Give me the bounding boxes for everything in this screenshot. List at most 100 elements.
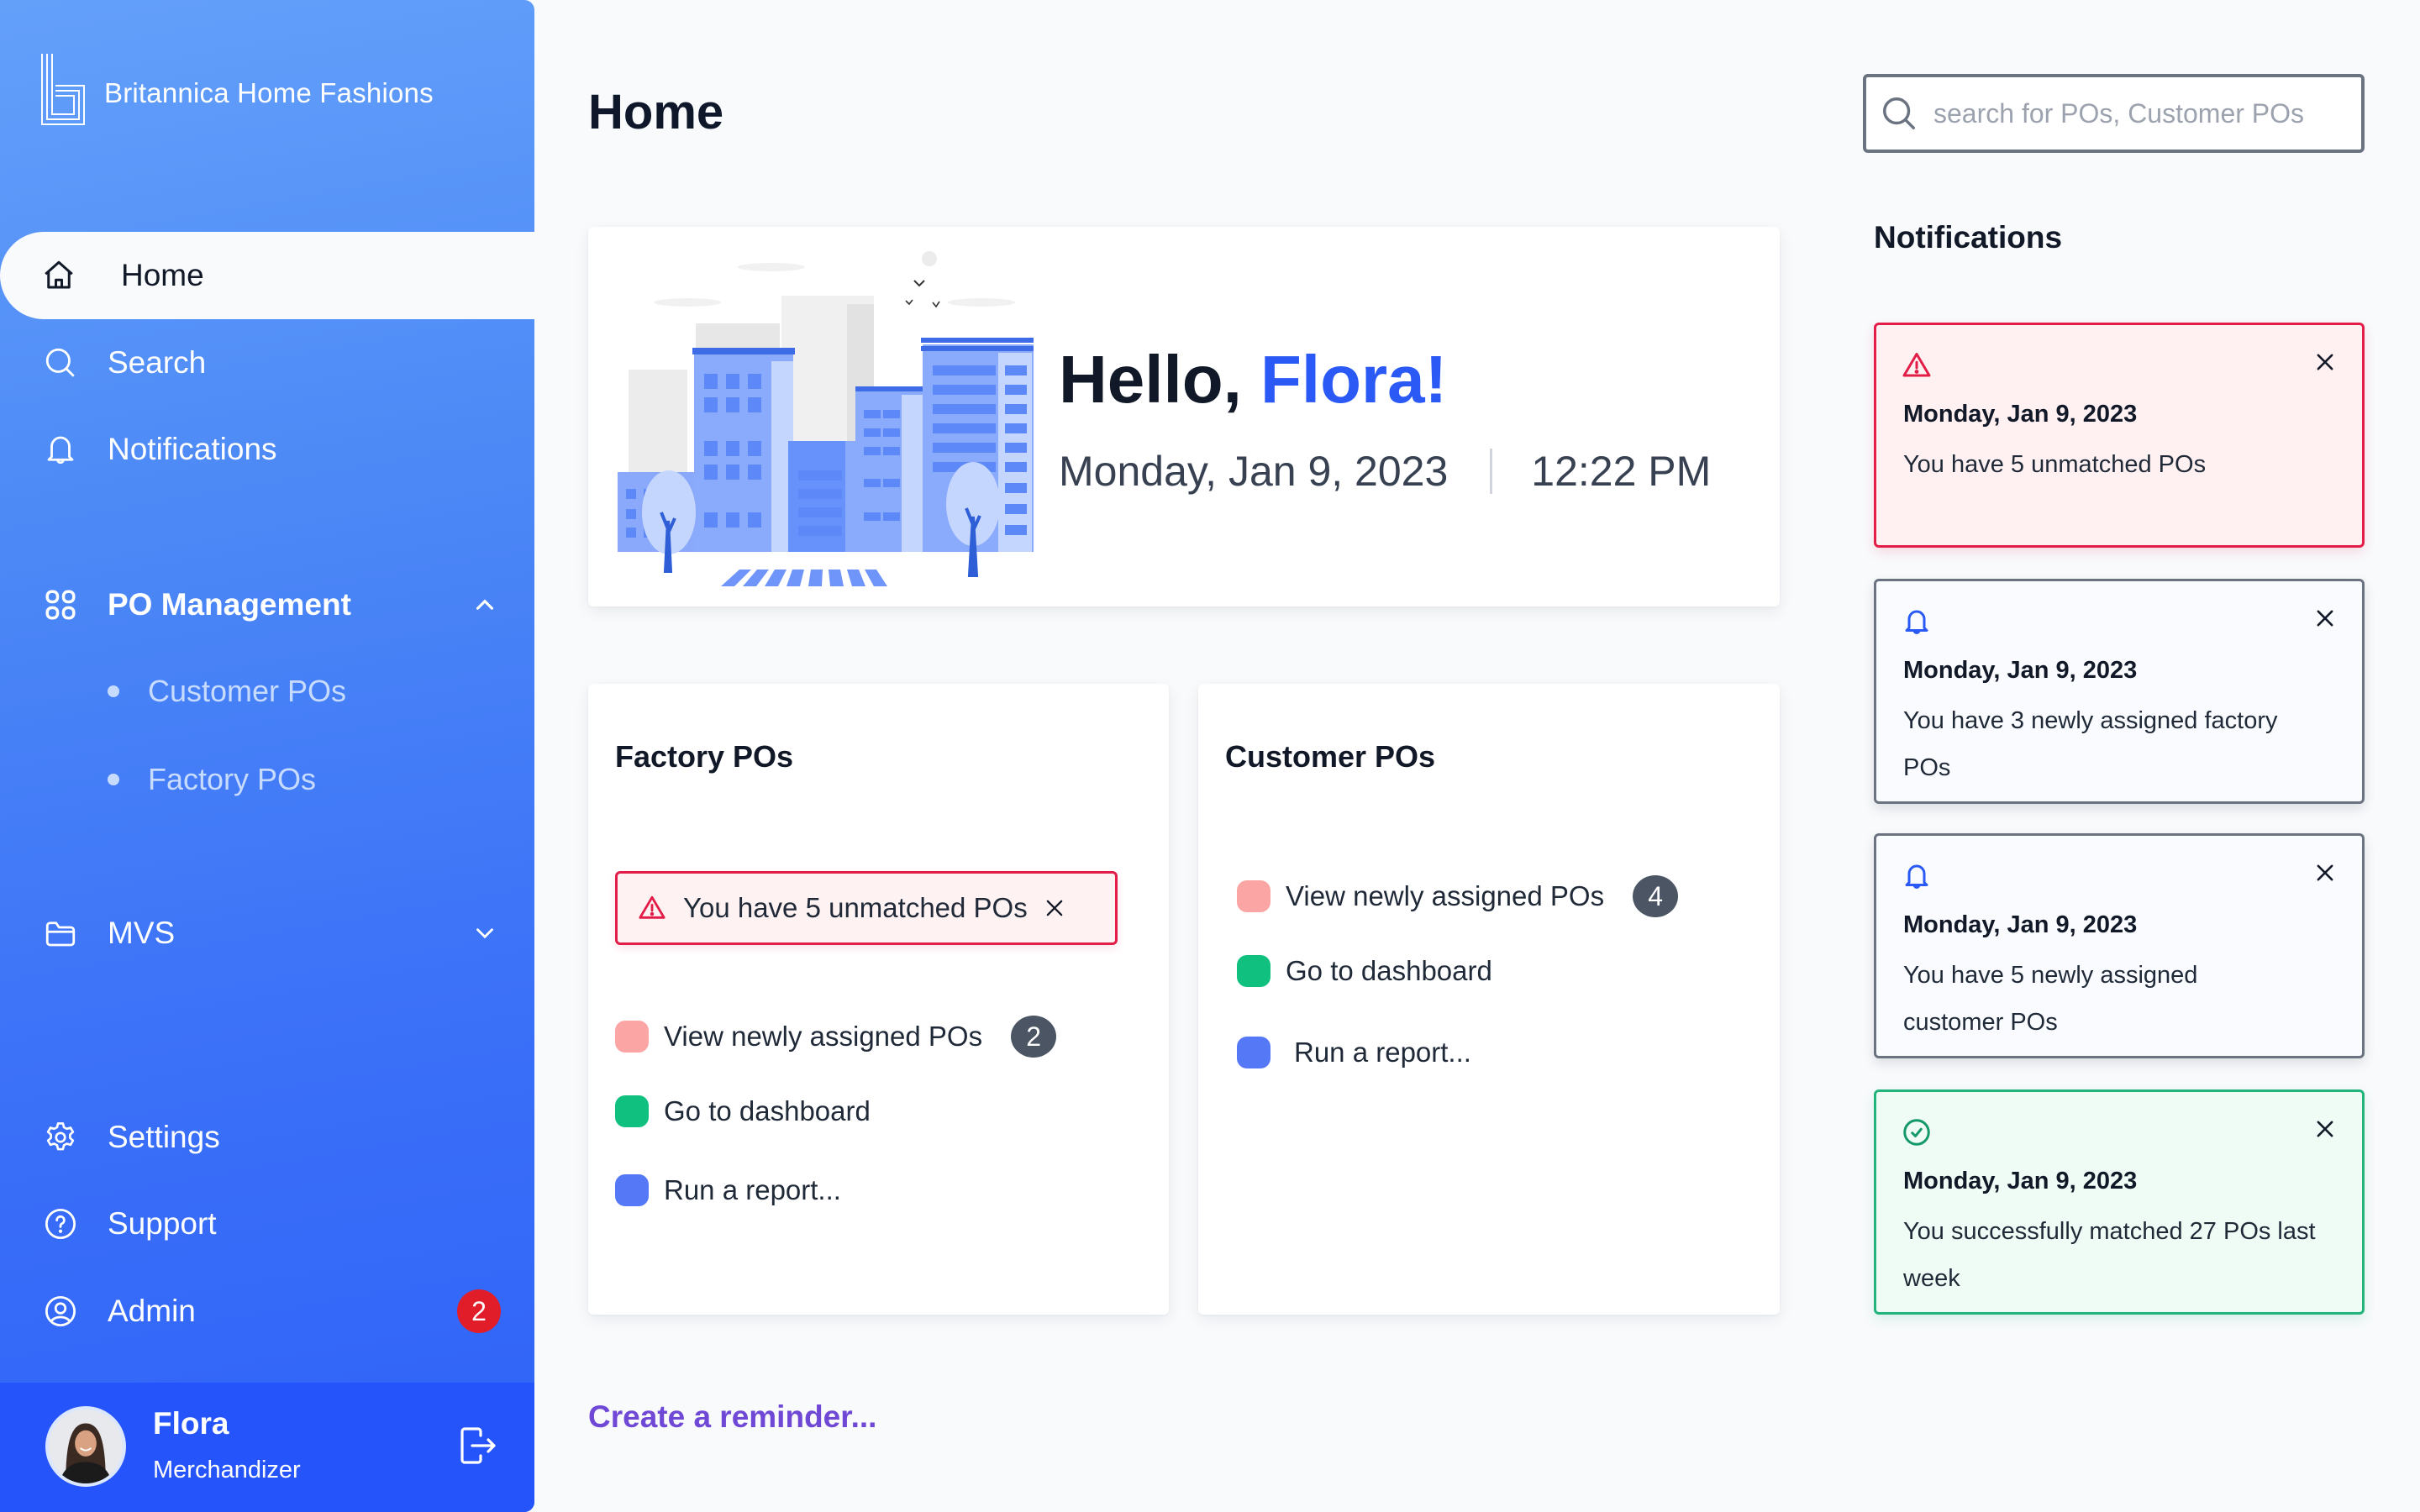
count-badge: 4 bbox=[1633, 875, 1679, 917]
action-label: View newly assigned POs bbox=[1286, 880, 1605, 911]
chevron-up-icon[interactable] bbox=[471, 591, 499, 619]
divider bbox=[1490, 449, 1493, 494]
notification-card: Monday, Jan 9, 2023 You successfully mat… bbox=[1874, 1089, 2365, 1315]
green-square-icon bbox=[615, 1095, 649, 1127]
chevron-down-icon[interactable] bbox=[471, 919, 499, 948]
sidebar-item-label: Search bbox=[108, 345, 207, 380]
logout-icon[interactable] bbox=[459, 1425, 496, 1467]
notification-message: You have 3 newly assigned factory POs bbox=[1903, 707, 2278, 781]
green-square-icon bbox=[1237, 955, 1270, 987]
close-icon[interactable] bbox=[2313, 606, 2337, 630]
run-report-action[interactable]: Run a report... bbox=[1237, 1037, 1471, 1068]
help-circle-icon bbox=[42, 1205, 79, 1242]
grid-icon bbox=[42, 586, 79, 623]
user-name: Flora bbox=[153, 1406, 229, 1441]
current-datetime: Monday, Jan 9, 2023 12:22 PM bbox=[1059, 447, 1711, 496]
action-label: View newly assigned POs bbox=[664, 1021, 983, 1052]
sidebar-item-support[interactable]: Support bbox=[0, 1180, 534, 1268]
dashboard-action[interactable]: Go to dashboard bbox=[615, 1095, 871, 1127]
bell-icon bbox=[42, 431, 79, 468]
sidebar-item-label: Support bbox=[108, 1206, 217, 1241]
sidebar: Britannica Home Fashions Home Search Not… bbox=[0, 0, 534, 1512]
home-icon bbox=[40, 257, 77, 294]
sidebar-subitem-factory-pos[interactable]: Factory POs bbox=[0, 746, 534, 813]
sidebar-item-label: PO Management bbox=[108, 587, 351, 622]
sidebar-item-admin[interactable]: Admin 2 bbox=[0, 1268, 534, 1355]
dashboard-action[interactable]: Go to dashboard bbox=[1237, 955, 1492, 987]
run-report-action[interactable]: Run a report... bbox=[615, 1174, 841, 1206]
warning-icon bbox=[1902, 353, 1931, 377]
sidebar-item-notifications[interactable]: Notifications bbox=[0, 406, 534, 493]
sidebar-item-label: Notifications bbox=[108, 432, 277, 466]
sidebar-subitem-label: Factory POs bbox=[148, 762, 317, 796]
page-title: Home bbox=[588, 85, 724, 139]
view-new-pos-action[interactable]: View newly assigned POs 4 bbox=[1237, 875, 1679, 917]
notification-date: Monday, Jan 9, 2023 bbox=[1903, 1168, 2138, 1194]
search-bar bbox=[1863, 74, 2365, 153]
folder-icon bbox=[42, 915, 79, 952]
action-label: Go to dashboard bbox=[664, 1095, 871, 1126]
sidebar-item-mvs[interactable]: MVS bbox=[0, 890, 534, 977]
current-date: Monday, Jan 9, 2023 bbox=[1059, 448, 1449, 495]
greeting-name: Flora! bbox=[1260, 342, 1448, 417]
sidebar-item-settings[interactable]: Settings bbox=[0, 1094, 534, 1181]
sidebar-item-home[interactable]: Home bbox=[0, 232, 534, 319]
notification-card: Monday, Jan 9, 2023 You have 5 newly ass… bbox=[1874, 833, 2365, 1058]
current-time: 12:22 PM bbox=[1531, 448, 1712, 495]
customer-pos-card: Customer POs View newly assigned POs 4 G… bbox=[1198, 684, 1780, 1315]
welcome-card: Hello, Flora! Monday, Jan 9, 2023 12:22 … bbox=[588, 227, 1780, 606]
sidebar-subitem-customer-pos[interactable]: Customer POs bbox=[0, 658, 534, 725]
notification-message: You successfully matched 27 POs last wee… bbox=[1903, 1218, 2316, 1292]
card-title: Factory POs bbox=[615, 739, 794, 774]
bullet-icon bbox=[108, 685, 119, 697]
notification-message: You have 5 newly assigned customer POs bbox=[1903, 962, 2198, 1036]
notification-date: Monday, Jan 9, 2023 bbox=[1903, 401, 2138, 428]
brand-logo[interactable]: Britannica Home Fashions bbox=[39, 52, 434, 128]
count-badge: 2 bbox=[1011, 1016, 1057, 1058]
sidebar-item-label: MVS bbox=[108, 916, 176, 950]
action-label: Run a report... bbox=[664, 1174, 841, 1205]
unmatched-alert[interactable]: You have 5 unmatched POs bbox=[615, 871, 1118, 945]
gear-icon bbox=[42, 1119, 79, 1156]
search-input[interactable] bbox=[1933, 97, 2337, 129]
blue-square-icon bbox=[615, 1174, 649, 1206]
close-icon[interactable] bbox=[1043, 896, 1066, 920]
user-role: Merchandizer bbox=[153, 1457, 301, 1483]
notification-card: Monday, Jan 9, 2023 You have 3 newly ass… bbox=[1874, 579, 2365, 804]
notification-card: Monday, Jan 9, 2023 You have 5 unmatched… bbox=[1874, 323, 2365, 548]
pink-square-icon bbox=[615, 1021, 649, 1053]
avatar[interactable] bbox=[45, 1406, 126, 1487]
sidebar-item-search[interactable]: Search bbox=[0, 319, 534, 407]
card-title: Customer POs bbox=[1225, 739, 1436, 774]
warning-icon bbox=[639, 895, 666, 919]
create-reminder-link[interactable]: Create a reminder... bbox=[588, 1399, 876, 1435]
greeting-text: Hello, bbox=[1059, 342, 1242, 417]
sidebar-subitem-label: Customer POs bbox=[148, 674, 347, 708]
sidebar-item-label: Admin bbox=[108, 1294, 196, 1328]
close-icon[interactable] bbox=[2313, 350, 2337, 374]
user-circle-icon bbox=[42, 1293, 79, 1330]
bell-icon bbox=[1905, 610, 1928, 634]
search-icon bbox=[42, 344, 79, 381]
search-icon bbox=[1883, 97, 1915, 129]
action-label: Run a report... bbox=[1294, 1037, 1471, 1068]
close-icon[interactable] bbox=[2313, 861, 2337, 885]
factory-pos-card: Factory POs You have 5 unmatched POs Vie… bbox=[588, 684, 1169, 1315]
admin-badge: 2 bbox=[457, 1289, 501, 1333]
pink-square-icon bbox=[1237, 880, 1270, 912]
greeting: Hello, Flora! bbox=[1059, 341, 1447, 418]
action-label: Go to dashboard bbox=[1286, 955, 1492, 986]
sidebar-item-label: Home bbox=[121, 258, 204, 292]
sidebar-item-label: Settings bbox=[108, 1120, 220, 1154]
check-circle-icon bbox=[1903, 1119, 1930, 1146]
close-icon[interactable] bbox=[2313, 1117, 2337, 1141]
user-profile: Flora Merchandizer bbox=[0, 1383, 534, 1512]
sidebar-item-po-management[interactable]: PO Management bbox=[0, 561, 534, 648]
view-new-pos-action[interactable]: View newly assigned POs 2 bbox=[615, 1016, 1057, 1058]
bullet-icon bbox=[108, 774, 119, 785]
logo-icon bbox=[41, 54, 85, 125]
notifications-title: Notifications bbox=[1874, 220, 2063, 255]
notification-date: Monday, Jan 9, 2023 bbox=[1903, 657, 2138, 684]
notification-message: You have 5 unmatched POs bbox=[1903, 451, 2207, 478]
notification-date: Monday, Jan 9, 2023 bbox=[1903, 911, 2138, 938]
